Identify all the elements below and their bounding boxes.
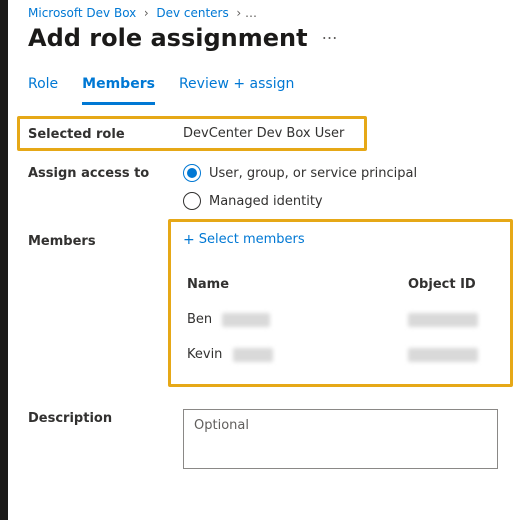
selected-role-value: DevCenter Dev Box User xyxy=(183,126,344,141)
tab-review-assign[interactable]: Review + assign xyxy=(179,70,294,105)
selected-role-label: Selected role xyxy=(28,125,183,142)
redacted-text xyxy=(233,348,273,362)
radio-icon xyxy=(183,192,201,210)
breadcrumb: Microsoft Dev Box › Dev centers › … xyxy=(8,0,518,20)
redacted-text xyxy=(408,348,478,362)
member-name: Ben xyxy=(187,312,212,327)
description-label: Description xyxy=(28,409,183,426)
radio-label: Managed identity xyxy=(209,194,323,209)
select-members-link[interactable]: + Select members xyxy=(183,232,305,247)
more-actions-icon[interactable]: ⋯ xyxy=(322,30,338,46)
member-name: Kevin xyxy=(187,347,222,362)
radio-user-group-sp[interactable]: User, group, or service principal xyxy=(183,164,498,182)
members-label: Members xyxy=(28,232,183,249)
breadcrumb-link[interactable]: Dev centers xyxy=(156,6,228,20)
column-header-objectid[interactable]: Object ID xyxy=(408,277,498,292)
radio-icon xyxy=(183,164,201,182)
tab-role[interactable]: Role xyxy=(28,70,58,105)
description-input[interactable] xyxy=(183,409,498,469)
table-row[interactable]: Ben xyxy=(183,302,498,337)
column-header-name[interactable]: Name xyxy=(183,277,408,292)
plus-icon: + xyxy=(183,233,195,247)
redacted-text xyxy=(222,313,270,327)
table-row[interactable]: Kevin xyxy=(183,337,498,372)
assign-access-label: Assign access to xyxy=(28,164,183,181)
members-table: Name Object ID Ben Kevin xyxy=(183,277,498,372)
tab-members[interactable]: Members xyxy=(82,70,155,105)
select-members-label: Select members xyxy=(199,232,305,247)
radio-label: User, group, or service principal xyxy=(209,166,417,181)
radio-managed-identity[interactable]: Managed identity xyxy=(183,192,498,210)
tabs: Role Members Review + assign xyxy=(8,70,518,105)
breadcrumb-link[interactable]: Microsoft Dev Box xyxy=(28,6,136,20)
redacted-text xyxy=(408,313,478,327)
page-title: Add role assignment xyxy=(28,24,308,52)
